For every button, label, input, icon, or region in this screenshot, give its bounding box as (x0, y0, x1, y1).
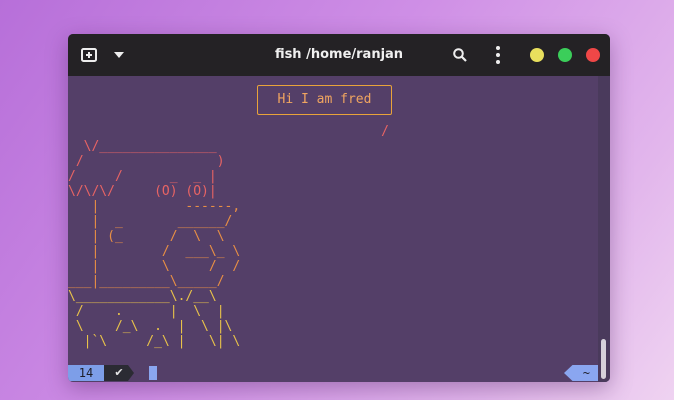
ascii-art-line: |`\ /_\ | \| \ (68, 334, 241, 349)
terminal-output[interactable]: Hi I am fred / \/_______________ / ) / /… (68, 76, 598, 382)
ascii-art-line: | (_ / \ \ (68, 229, 225, 244)
check-icon: ✔ (114, 366, 124, 379)
ascii-art-line: | _ ______/ (68, 214, 233, 229)
close-button[interactable] (586, 48, 600, 62)
ascii-art-line: | / ___\_ \ (68, 244, 241, 259)
ascii-art-line: \/\/\/ (O) (O)| (68, 184, 217, 199)
search-icon (453, 48, 467, 62)
minimize-button[interactable] (530, 48, 544, 62)
ascii-art-line: \ /_\ . | \ |\ (68, 319, 233, 334)
title-bar: fish /home/ranjan (68, 34, 610, 76)
status-ok-segment: ✔ (104, 365, 134, 381)
ascii-art: / \/_______________ / ) / / _ _ | \/\/\/… (68, 124, 389, 349)
ascii-art-line: / . | \ | (68, 304, 225, 319)
maximize-button[interactable] (558, 48, 572, 62)
menu-button[interactable] (486, 34, 510, 76)
kebab-menu-icon (496, 46, 500, 64)
line-number-segment: 14 (68, 365, 104, 381)
ascii-art-line: / (68, 124, 389, 139)
terminal-window: fish /home/ranjan Hi I am fred / \/_____… (68, 34, 610, 382)
scrollbar[interactable] (598, 76, 610, 382)
search-button[interactable] (448, 34, 472, 76)
ascii-art-line: | \ / / (68, 259, 241, 274)
ascii-art-line: / / _ _ | (68, 169, 217, 184)
ascii-art-line: / ) (68, 154, 225, 169)
ascii-art-line: | ------, (68, 199, 241, 214)
window-title: fish /home/ranjan (274, 47, 404, 62)
scrollbar-thumb[interactable] (601, 339, 606, 379)
ascii-art-line: ___|_________\_____/ (68, 274, 225, 289)
text-cursor (149, 366, 157, 380)
ascii-art-line: \____________\./__\ (68, 289, 217, 304)
speech-bubble: Hi I am fred (257, 85, 392, 115)
prompt-line: 14 ✔ ~ (68, 364, 598, 382)
ascii-art-line: \/_______________ (68, 139, 217, 154)
cwd-segment: ~ (564, 365, 598, 381)
